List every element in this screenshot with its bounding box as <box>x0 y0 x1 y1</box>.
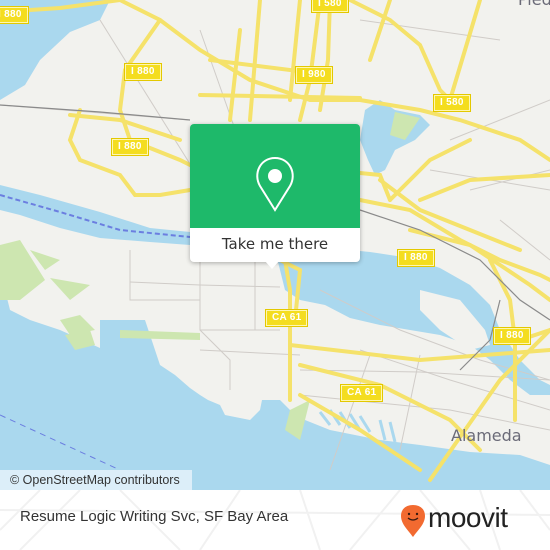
footer-bar: Resume Logic Writing Svc, SF Bay Area mo… <box>0 490 550 550</box>
place-title: Resume Logic Writing Svc, SF Bay Area <box>20 508 289 525</box>
moovit-logo[interactable]: moovit <box>400 502 540 538</box>
map-view[interactable]: I 580 I 880 I 880 I 980 I 580 I 880 I 88… <box>0 0 550 490</box>
map-pin-icon <box>256 156 294 212</box>
take-me-there-button[interactable]: Take me there <box>190 228 360 262</box>
shield-i880-east: I 880 <box>494 328 530 344</box>
shield-i580-top: I 580 <box>312 0 348 12</box>
place-label-alameda: Alameda <box>451 426 522 445</box>
moovit-smile-pin-icon <box>401 505 425 537</box>
shield-ca61-north: CA 61 <box>266 310 308 326</box>
shield-i880-center: I 880 <box>398 250 434 266</box>
moovit-wordmark: moovit <box>428 502 508 533</box>
shield-i880-north: I 880 <box>125 64 161 80</box>
shield-i580-east: I 580 <box>434 95 470 111</box>
shield-ca61-south: CA 61 <box>341 385 383 401</box>
shield-i880-west: I 880 <box>112 139 148 155</box>
place-label-piedmont: Pied <box>518 0 550 9</box>
take-me-there-popup[interactable]: Take me there <box>190 124 360 269</box>
shield-i980: I 980 <box>296 67 332 83</box>
shield-i880-top-left: I 880 <box>0 7 28 23</box>
osm-attribution[interactable]: © OpenStreetMap contributors <box>0 470 192 490</box>
popup-pointer <box>265 261 279 269</box>
